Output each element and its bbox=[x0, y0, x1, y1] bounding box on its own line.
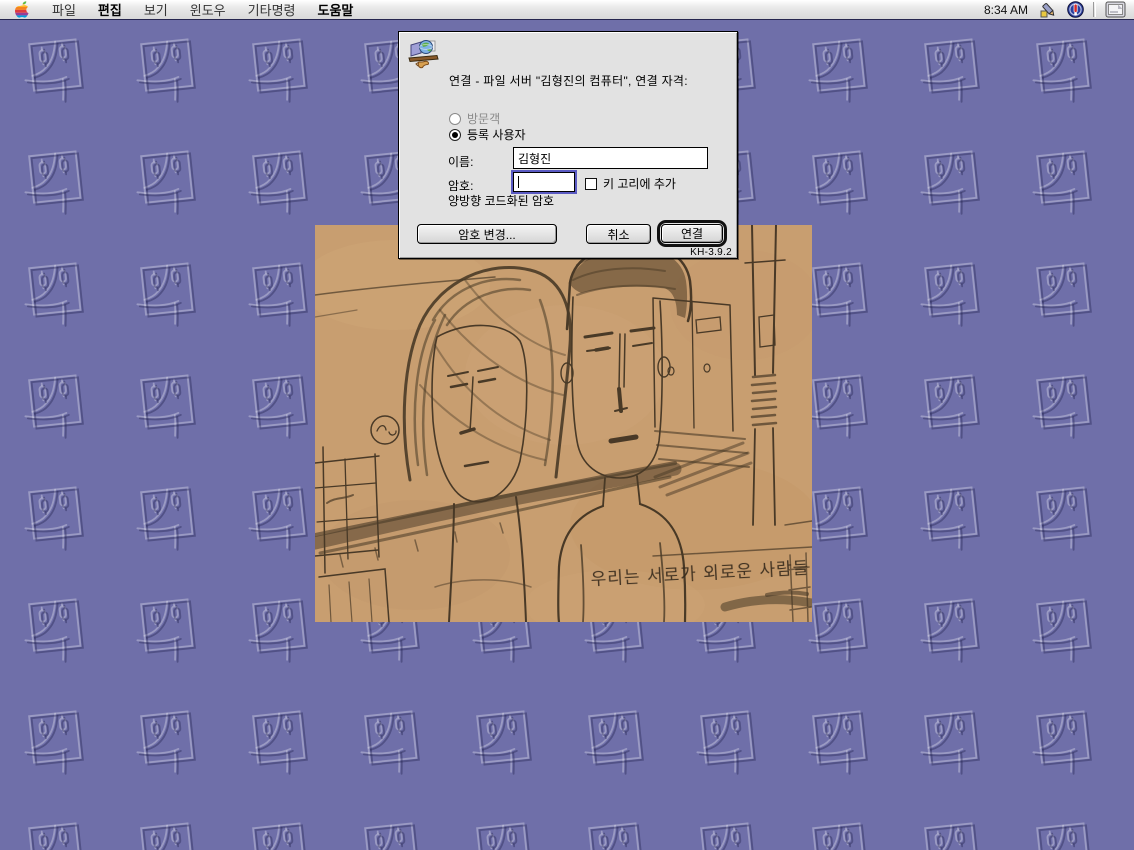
radio-guest-circle bbox=[449, 113, 461, 125]
pencil-input-icon[interactable] bbox=[1039, 1, 1058, 18]
radio-guest[interactable]: 방문객 bbox=[449, 110, 500, 127]
menu-file-label: 파일 bbox=[52, 0, 76, 19]
connect-button[interactable]: 연결 bbox=[661, 224, 723, 243]
radio-registered-label: 등록 사용자 bbox=[467, 126, 526, 143]
menu-window[interactable]: 윈도우 bbox=[179, 0, 237, 19]
menu-view-label: 보기 bbox=[144, 0, 168, 19]
blue-badge-icon[interactable] bbox=[1067, 1, 1084, 18]
menu-help[interactable]: 도움말 bbox=[307, 0, 365, 19]
password-encryption-note: 양방향 코드화된 암호 bbox=[448, 192, 554, 209]
apple-menu[interactable] bbox=[8, 0, 41, 19]
default-button-ring: 연결 bbox=[657, 220, 727, 247]
menu-bar-separator[interactable] bbox=[1093, 2, 1096, 17]
name-input[interactable]: 김형진 bbox=[513, 147, 708, 169]
change-password-button[interactable]: 암호 변경... bbox=[417, 224, 557, 244]
menu-other-commands[interactable]: 기타명령 bbox=[237, 0, 307, 19]
artwork-image: 우리는 서로가 외로운 사람들 bbox=[315, 225, 812, 622]
menu-view[interactable]: 보기 bbox=[133, 0, 179, 19]
radio-guest-label: 방문객 bbox=[467, 110, 500, 127]
menu-bar: 파일 편집 보기 윈도우 기타명령 도움말 8:34 AM bbox=[0, 0, 1134, 20]
menu-window-label: 윈도우 bbox=[190, 0, 226, 19]
artwork-sketch: 우리는 서로가 외로운 사람들 bbox=[315, 225, 812, 622]
version-label: KH-3.9.2 bbox=[690, 247, 732, 258]
cancel-button[interactable]: 취소 bbox=[586, 224, 651, 244]
radio-registered-user[interactable]: 등록 사용자 bbox=[449, 126, 526, 143]
menu-edit-label: 편집 bbox=[98, 0, 122, 19]
dialog-title: 연결 - 파일 서버 "김형진의 컴퓨터", 연결 자격: bbox=[449, 72, 688, 89]
application-menu-icon[interactable] bbox=[1105, 1, 1126, 18]
name-label: 이름: bbox=[448, 153, 473, 170]
password-input[interactable] bbox=[513, 172, 575, 192]
keychain-checkbox[interactable] bbox=[585, 178, 597, 190]
apple-rainbow-icon bbox=[14, 1, 29, 18]
keychain-checkbox-row[interactable]: 키 고리에 추가 bbox=[585, 175, 676, 192]
appleshare-server-icon bbox=[407, 38, 441, 70]
menu-help-label: 도움말 bbox=[318, 0, 354, 19]
text-caret bbox=[518, 176, 519, 188]
connect-dialog: 연결 - 파일 서버 "김형진의 컴퓨터", 연결 자격: 방문객 등록 사용자… bbox=[398, 31, 738, 259]
menu-other-commands-label: 기타명령 bbox=[248, 0, 296, 19]
name-input-value: 김형진 bbox=[518, 152, 551, 166]
menu-edit[interactable]: 편집 bbox=[87, 0, 133, 19]
radio-registered-circle bbox=[449, 129, 461, 141]
menu-file[interactable]: 파일 bbox=[41, 0, 87, 19]
keychain-checkbox-label: 키 고리에 추가 bbox=[603, 175, 676, 192]
menu-bar-clock[interactable]: 8:34 AM bbox=[984, 3, 1030, 17]
